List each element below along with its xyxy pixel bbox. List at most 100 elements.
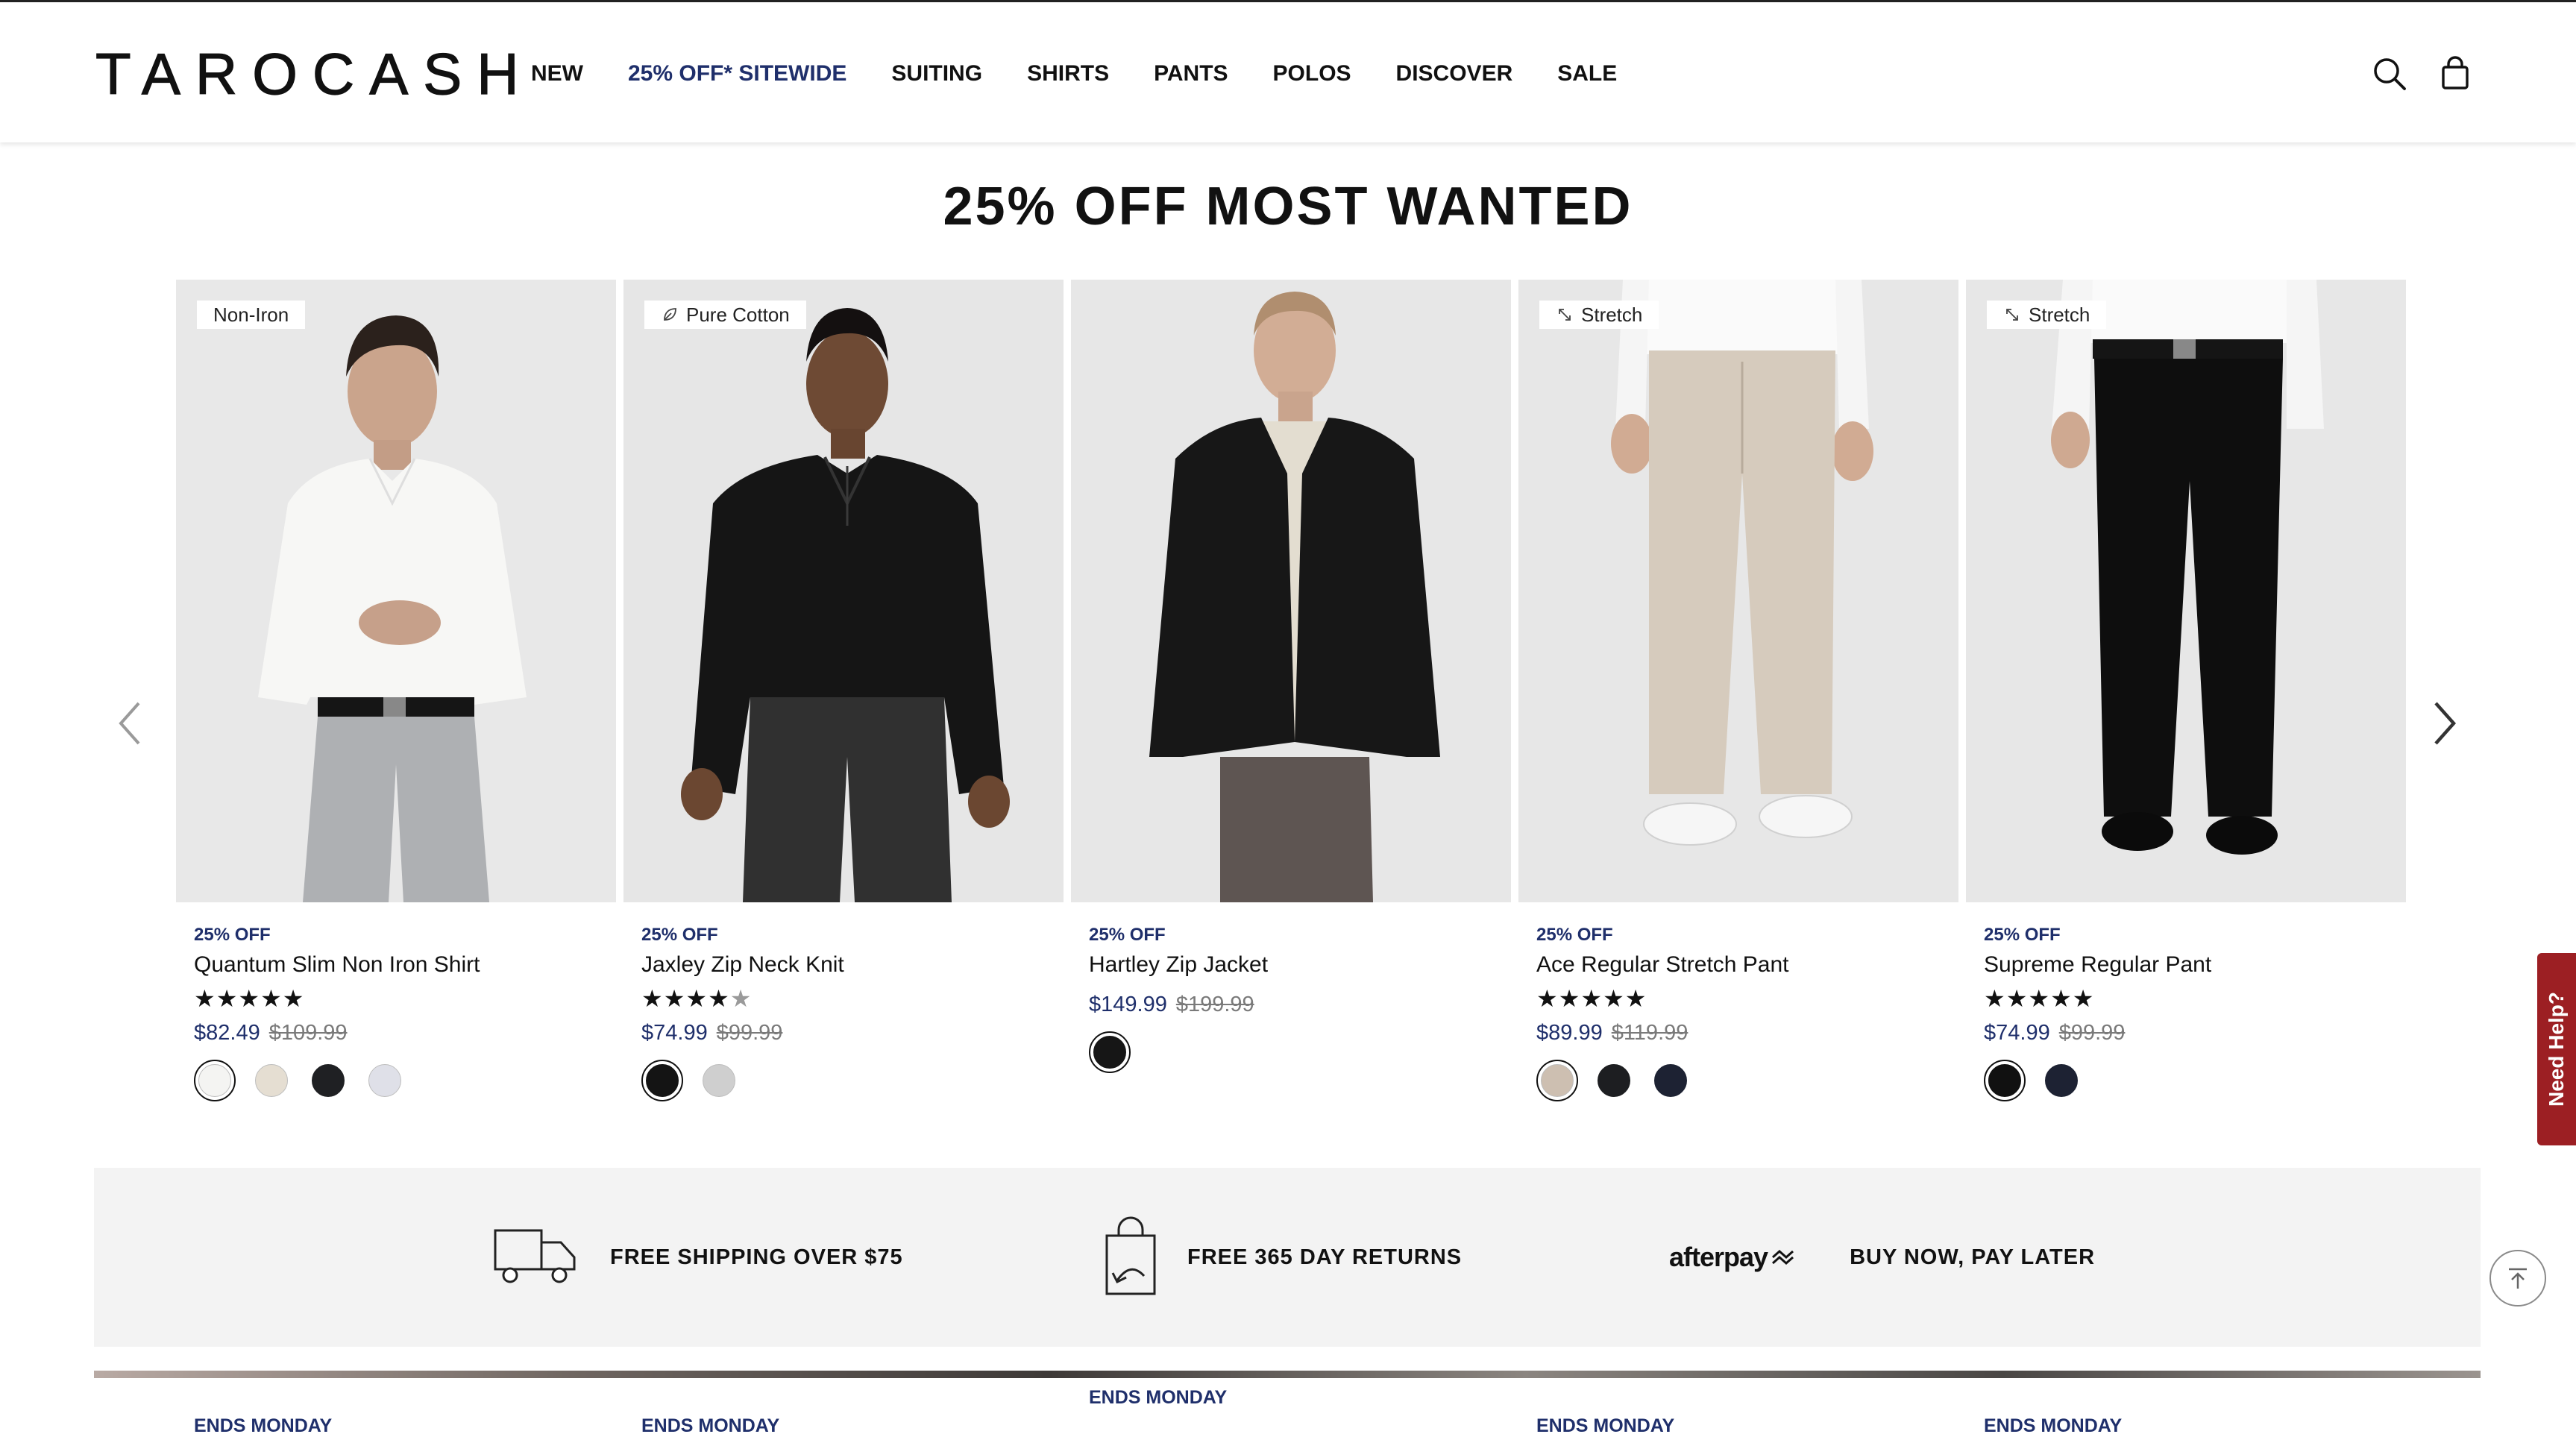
sale-price: $149.99 [1089, 993, 1167, 1016]
service-text: BUY NOW, PAY LATER [1850, 1245, 2096, 1269]
color-swatch[interactable] [251, 1060, 292, 1101]
main-nav: NEW 25% OFF* SITEWIDE SUITING SHIRTS PAN… [531, 60, 1662, 87]
chevron-right-icon[interactable] [2421, 697, 2466, 749]
color-swatch[interactable] [1089, 1031, 1131, 1073]
feature-badge: Non-Iron [197, 301, 306, 329]
color-swatch[interactable] [641, 1060, 683, 1101]
back-to-top-button[interactable] [2489, 1250, 2546, 1306]
rating-stars: ★★★★★ [1536, 985, 1647, 1012]
leaf-icon [664, 308, 676, 321]
rating-stars: ★★★★★ [641, 985, 753, 1012]
delivery-truck-icon [494, 1229, 576, 1283]
product-name[interactable]: Ace Regular Stretch Pant [1536, 951, 1789, 979]
shopping-bag-icon[interactable] [2436, 54, 2475, 93]
price-row: $149.99 $199.99 [1089, 991, 1254, 1018]
color-swatches [1536, 1060, 1691, 1101]
color-swatches [194, 1060, 406, 1101]
color-swatches [1089, 1031, 1131, 1073]
ends-label: ENDS MONDAY [1536, 1415, 1675, 1436]
product-image[interactable] [1071, 280, 1511, 902]
color-swatch[interactable] [307, 1060, 349, 1101]
promo-label: 25% OFF [194, 925, 271, 945]
nav-polos[interactable]: POLOS [1273, 60, 1351, 87]
price-row: $82.49 $109.99 [194, 1019, 348, 1046]
price-row: $74.99 $99.99 [1984, 1019, 2125, 1046]
stretch-arrows-icon [1559, 309, 1571, 321]
nav-sitewide-sale[interactable]: 25% OFF* SITEWIDE [628, 60, 846, 87]
color-swatch[interactable] [698, 1060, 740, 1101]
color-swatch[interactable] [194, 1060, 236, 1101]
feature-badge: Stretch [1539, 301, 1659, 329]
rating-stars: ★★★★★ [194, 985, 305, 1012]
nav-shirts[interactable]: SHIRTS [1027, 60, 1109, 87]
afterpay-arrows-icon [1772, 1249, 1794, 1265]
promo-label: 25% OFF [1984, 925, 2061, 945]
product-name[interactable]: Supreme Regular Pant [1984, 951, 2211, 979]
returns-bag-icon [1105, 1216, 1156, 1295]
rating-stars: ★★★★★ [1984, 985, 2095, 1012]
color-swatches [641, 1060, 740, 1101]
color-swatch[interactable] [1650, 1060, 1691, 1101]
color-swatch[interactable] [2041, 1060, 2082, 1101]
color-swatches [1984, 1060, 2082, 1101]
price-row: $89.99 $119.99 [1536, 1019, 1688, 1046]
color-swatch[interactable] [1536, 1060, 1578, 1101]
product-card[interactable]: Non-Iron 25% OFF Quantum Slim Non Iron S… [176, 280, 616, 1436]
original-price: $119.99 [1611, 1021, 1688, 1045]
chevron-left-icon[interactable] [109, 697, 154, 749]
product-name[interactable]: Quantum Slim Non Iron Shirt [194, 951, 480, 979]
product-name[interactable]: Jaxley Zip Neck Knit [641, 951, 844, 979]
product-card[interactable]: Stretch 25% OFF Supreme Regular Pant ★★★… [1966, 280, 2406, 1436]
color-swatch[interactable] [364, 1060, 406, 1101]
product-card[interactable]: 25% OFF Hartley Zip Jacket $149.99 $199.9… [1071, 280, 1511, 1408]
original-price: $99.99 [716, 1021, 783, 1045]
afterpay-logo: afterpay [1669, 1242, 1768, 1272]
sale-price: $82.49 [194, 1021, 260, 1045]
search-icon[interactable] [2370, 54, 2409, 93]
ends-label: ENDS MONDAY [1089, 1387, 1228, 1408]
nav-new[interactable]: NEW [531, 60, 583, 87]
product-image[interactable]: Stretch [1966, 280, 2406, 902]
price-row: $74.99 $99.99 [641, 1019, 782, 1046]
service-text: FREE SHIPPING OVER $75 [610, 1245, 903, 1269]
color-swatch[interactable] [1984, 1060, 2026, 1101]
feature-badge: Stretch [1987, 301, 2107, 329]
service-bar: FREE SHIPPING OVER $75 FREE 365 DAY RETU… [94, 1168, 2481, 1347]
stretch-arrows-icon [2006, 309, 2018, 321]
service-text: FREE 365 DAY RETURNS [1187, 1245, 1463, 1269]
product-carousel: Non-Iron 25% OFF Quantum Slim Non Iron S… [176, 280, 2406, 1436]
nav-discover[interactable]: DISCOVER [1396, 60, 1513, 87]
nav-sale[interactable]: SALE [1557, 60, 1617, 87]
promo-label: 25% OFF [641, 925, 718, 945]
product-card[interactable]: Stretch 25% OFF Ace Regular Stretch Pant… [1518, 280, 1958, 1436]
nav-suiting[interactable]: SUITING [891, 60, 982, 87]
need-help-button[interactable]: Need Help? [2537, 953, 2576, 1145]
sale-price: $74.99 [641, 1021, 708, 1045]
ends-label: ENDS MONDAY [641, 1415, 780, 1436]
original-price: $109.99 [268, 1021, 348, 1045]
product-image[interactable]: Non-Iron [176, 280, 616, 902]
feature-badge: Pure Cotton [644, 301, 806, 329]
nav-pants[interactable]: PANTS [1154, 60, 1228, 87]
ends-label: ENDS MONDAY [194, 1415, 333, 1436]
original-price: $99.99 [2058, 1021, 2126, 1045]
product-image[interactable]: Stretch [1518, 280, 1958, 902]
product-name[interactable]: Hartley Zip Jacket [1089, 951, 1268, 979]
product-card[interactable]: Pure Cotton 25% OFF Jaxley Zip Neck Knit… [623, 280, 1064, 1436]
free-shipping: FREE SHIPPING OVER $75 [492, 1168, 903, 1347]
promo-label: 25% OFF [1089, 925, 1166, 945]
product-image[interactable]: Pure Cotton [623, 280, 1064, 902]
next-section-preview [94, 1371, 2481, 1378]
promo-label: 25% OFF [1536, 925, 1613, 945]
free-returns: FREE 365 DAY RETURNS [1101, 1168, 1462, 1347]
sale-price: $74.99 [1984, 1021, 2050, 1045]
sale-price: $89.99 [1536, 1021, 1603, 1045]
afterpay-promo: afterpay BUY NOW, PAY LATER [1669, 1168, 2095, 1347]
color-swatch[interactable] [1593, 1060, 1635, 1101]
tarocash-logo[interactable]: TAROCASH [95, 40, 534, 107]
original-price: $199.99 [1175, 993, 1254, 1016]
arrow-up-icon [2509, 1268, 2527, 1289]
ends-label: ENDS MONDAY [1984, 1415, 2123, 1436]
section-title: 25% OFF MOST WANTED [943, 177, 1633, 236]
site-header: TAROCASH NEW 25% OFF* SITEWIDE SUITING S… [0, 2, 2576, 142]
